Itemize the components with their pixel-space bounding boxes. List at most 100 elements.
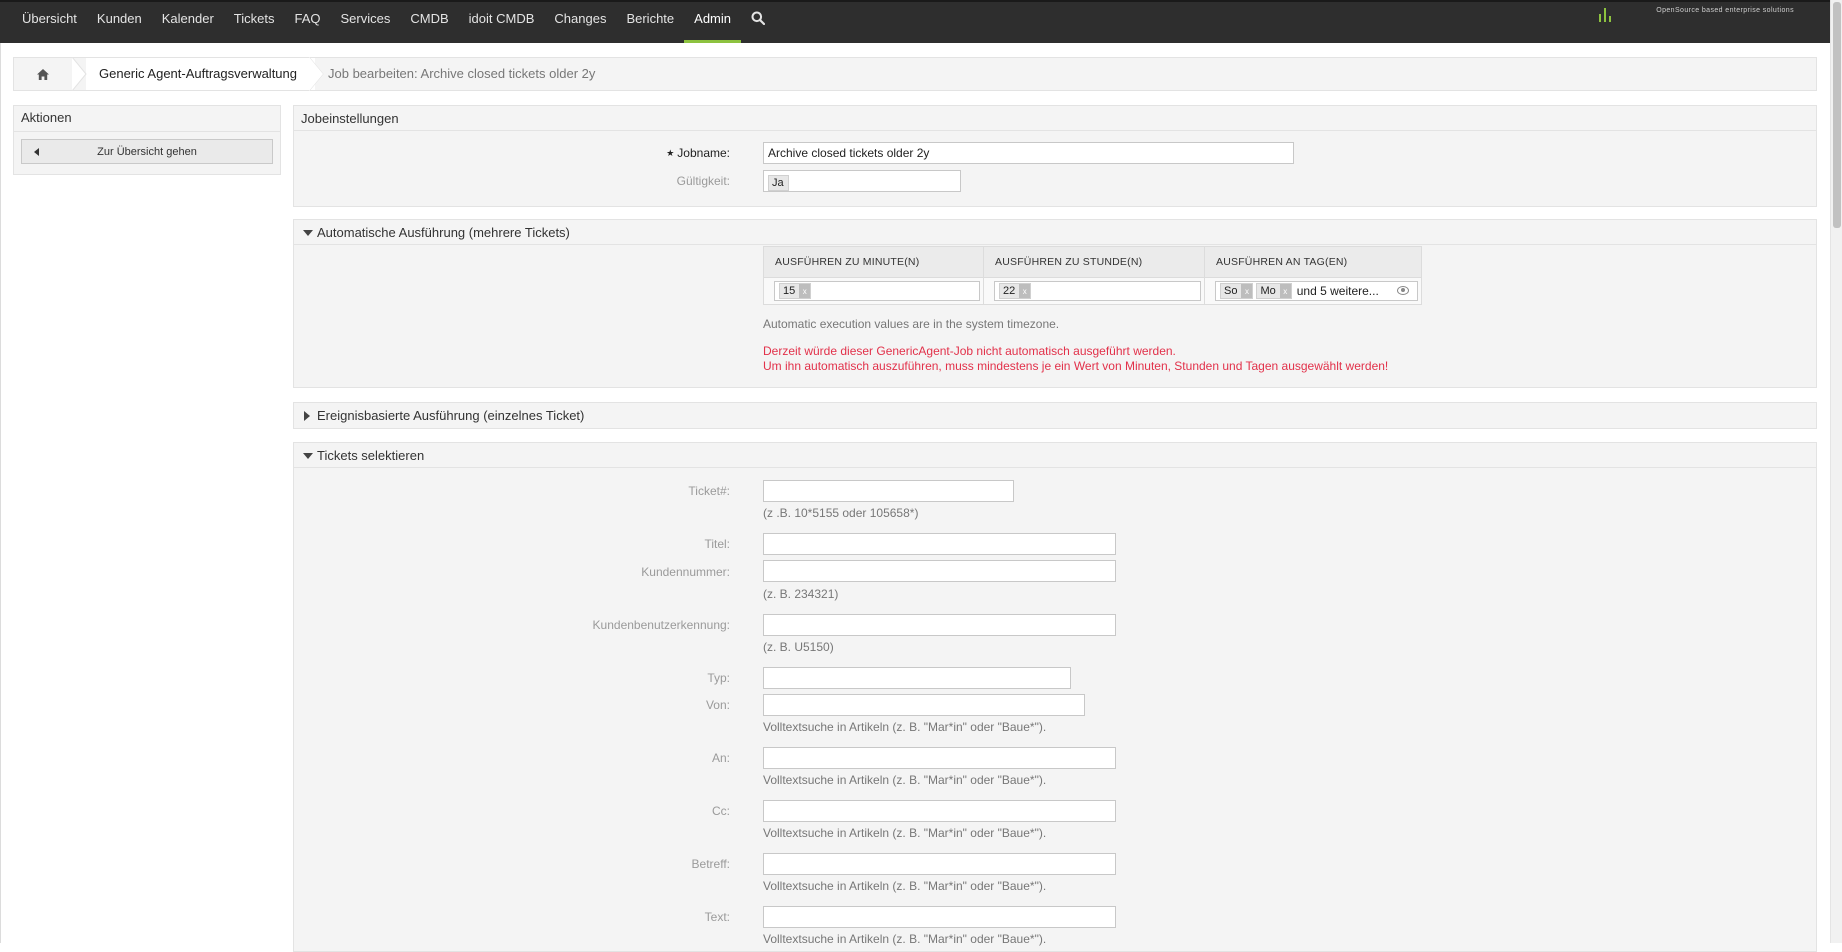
schedule-table: AUSFÜHREN ZU MINUTE(N) AUSFÜHREN ZU STUN… xyxy=(763,246,1422,305)
back-to-overview-button[interactable]: Zur Übersicht gehen xyxy=(21,139,273,164)
col-minute-header: AUSFÜHREN ZU MINUTE(N) xyxy=(763,246,984,278)
jobname-label: Jobname: xyxy=(666,146,730,160)
day-tag-label: Mo xyxy=(1260,285,1276,297)
auto-execution-panel: Automatische Ausführung (mehrere Tickets… xyxy=(293,219,1817,388)
minute-cell: 15 x xyxy=(763,277,984,305)
caret-down-icon xyxy=(303,453,313,459)
eye-icon[interactable] xyxy=(1397,286,1409,295)
day-select[interactable]: So x Mo x und 5 weitere... xyxy=(1215,281,1418,301)
cc-hint: Volltextsuche in Artikeln (z. B. "Mar*in… xyxy=(763,826,1047,840)
nav-item-berichte[interactable]: Berichte xyxy=(616,2,684,43)
day-cell: So x Mo x und 5 weitere... xyxy=(1204,277,1422,305)
from-input[interactable] xyxy=(763,694,1085,716)
ticket-selection-header[interactable]: Tickets selektieren xyxy=(294,443,1816,468)
top-navigation-bar: Übersicht Kunden Kalender Tickets FAQ Se… xyxy=(0,0,1830,43)
ticketnr-hint: (z .B. 10*5155 oder 105658*) xyxy=(763,506,919,520)
title-label: Titel: xyxy=(704,537,730,551)
nav-item-admin[interactable]: Admin xyxy=(684,2,742,43)
subject-label: Betreff: xyxy=(691,857,730,871)
event-execution-title: Ereignisbasierte Ausführung (einzelnes T… xyxy=(317,408,585,423)
subject-input[interactable] xyxy=(763,853,1116,875)
day-tag-label: So xyxy=(1224,285,1238,297)
day-tag-so: So x xyxy=(1220,283,1254,299)
customer-user-input[interactable] xyxy=(763,614,1116,636)
actions-sidebar: Aktionen Zur Übersicht gehen xyxy=(13,105,281,175)
title-input[interactable] xyxy=(763,533,1116,555)
scrollbar-thumb[interactable] xyxy=(1833,2,1841,228)
validity-select[interactable]: Ja xyxy=(763,170,961,192)
day-more-text: und 5 weitere... xyxy=(1296,284,1379,298)
jobname-input[interactable]: Archive closed tickets older 2y xyxy=(763,142,1294,164)
search-icon[interactable] xyxy=(741,2,775,43)
minute-tag-label: 15 xyxy=(783,285,796,297)
to-label: An: xyxy=(711,751,730,765)
cc-label: Cc: xyxy=(712,804,730,818)
nav-item-uebersicht[interactable]: Übersicht xyxy=(12,2,87,43)
customer-user-hint: (z. B. U5150) xyxy=(763,640,834,654)
to-input[interactable] xyxy=(763,747,1116,769)
nav-item-tickets[interactable]: Tickets xyxy=(224,2,285,43)
nav-item-services[interactable]: Services xyxy=(331,2,401,43)
hour-cell: 22 x xyxy=(983,277,1205,305)
nav-item-idoit-cmdb[interactable]: idoit CMDB xyxy=(459,2,545,43)
subject-hint: Volltextsuche in Artikeln (z. B. "Mar*in… xyxy=(763,879,1047,893)
back-to-overview-label: Zur Übersicht gehen xyxy=(97,145,197,158)
job-settings-title: Jobeinstellungen xyxy=(294,106,1816,131)
warning-line-1: Derzeit würde dieser GenericAgent-Job ni… xyxy=(763,344,1176,358)
nav-item-cmdb[interactable]: CMDB xyxy=(400,2,458,43)
type-select[interactable] xyxy=(763,667,1071,689)
minute-tag: 15 x xyxy=(779,283,812,299)
ticketnr-input[interactable] xyxy=(763,480,1014,502)
day-tag-mo: Mo x xyxy=(1256,283,1292,299)
breadcrumb-item-generic-agent[interactable]: Generic Agent-Auftragsverwaltung xyxy=(86,58,315,90)
hour-tag-label: 22 xyxy=(1003,285,1016,297)
nav-item-faq[interactable]: FAQ xyxy=(285,2,331,43)
breadcrumb-item-current: Job bearbeiten: Archive closed tickets o… xyxy=(328,66,596,81)
nav-item-kunden[interactable]: Kunden xyxy=(87,2,152,43)
main-menu: Übersicht Kunden Kalender Tickets FAQ Se… xyxy=(12,2,775,43)
breadcrumb-separator xyxy=(309,57,324,91)
caret-down-icon xyxy=(303,230,313,236)
sidebar-title: Aktionen xyxy=(14,106,280,132)
customer-number-hint: (z. B. 234321) xyxy=(763,587,839,601)
validity-label: Gültigkeit: xyxy=(676,174,730,188)
remove-tag-icon[interactable]: x xyxy=(799,284,811,298)
customer-number-label: Kundennummer: xyxy=(641,565,730,579)
remove-tag-icon[interactable]: x xyxy=(1241,284,1253,298)
cc-input[interactable] xyxy=(763,800,1116,822)
to-hint: Volltextsuche in Artikeln (z. B. "Mar*in… xyxy=(763,773,1047,787)
home-icon[interactable] xyxy=(14,58,72,90)
from-label: Von: xyxy=(705,698,730,712)
customer-number-input[interactable] xyxy=(763,560,1116,582)
caret-right-icon xyxy=(304,411,310,421)
col-hour-header: AUSFÜHREN ZU STUNDE(N) xyxy=(983,246,1205,278)
job-settings-panel: Jobeinstellungen Jobname: Archive closed… xyxy=(293,105,1817,207)
nav-item-kalender[interactable]: Kalender xyxy=(152,2,224,43)
breadcrumb-separator xyxy=(72,57,87,91)
text-label: Text: xyxy=(704,910,730,924)
type-label: Typ: xyxy=(707,671,730,685)
warning-line-2: Um ihn automatisch auszuführen, muss min… xyxy=(763,359,1389,373)
vertical-scrollbar[interactable] xyxy=(1830,0,1842,943)
text-hint: Volltextsuche in Artikeln (z. B. "Mar*in… xyxy=(763,932,1047,946)
logo-tagline: OpenSource based enterprise solutions xyxy=(1656,7,1794,14)
minute-select[interactable]: 15 x xyxy=(774,281,980,301)
auto-execution-header[interactable]: Automatische Ausführung (mehrere Tickets… xyxy=(294,220,1816,245)
col-day-header: AUSFÜHREN AN TAG(EN) xyxy=(1204,246,1422,278)
text-input[interactable] xyxy=(763,906,1116,928)
event-execution-panel: Ereignisbasierte Ausführung (einzelnes T… xyxy=(293,402,1817,429)
logo-bars-icon xyxy=(1599,2,1629,22)
ticket-selection-panel: Tickets selektieren Ticket#: (z .B. 10*5… xyxy=(293,442,1817,952)
remove-tag-icon[interactable]: x xyxy=(1279,284,1291,298)
hour-tag: 22 x xyxy=(999,283,1032,299)
validity-tag: Ja xyxy=(768,174,789,191)
nav-item-changes[interactable]: Changes xyxy=(544,2,616,43)
remove-tag-icon[interactable]: x xyxy=(1019,284,1031,298)
page-border xyxy=(0,43,1,943)
customer-user-label: Kundenbenutzerkennung: xyxy=(592,618,730,632)
auto-execution-title: Automatische Ausführung (mehrere Tickets… xyxy=(317,225,570,240)
breadcrumb: Generic Agent-Auftragsverwaltung Job bea… xyxy=(13,57,1817,91)
hour-select[interactable]: 22 x xyxy=(994,281,1201,301)
ticketnr-label: Ticket#: xyxy=(688,484,730,498)
event-execution-header[interactable]: Ereignisbasierte Ausführung (einzelnes T… xyxy=(294,403,1816,428)
